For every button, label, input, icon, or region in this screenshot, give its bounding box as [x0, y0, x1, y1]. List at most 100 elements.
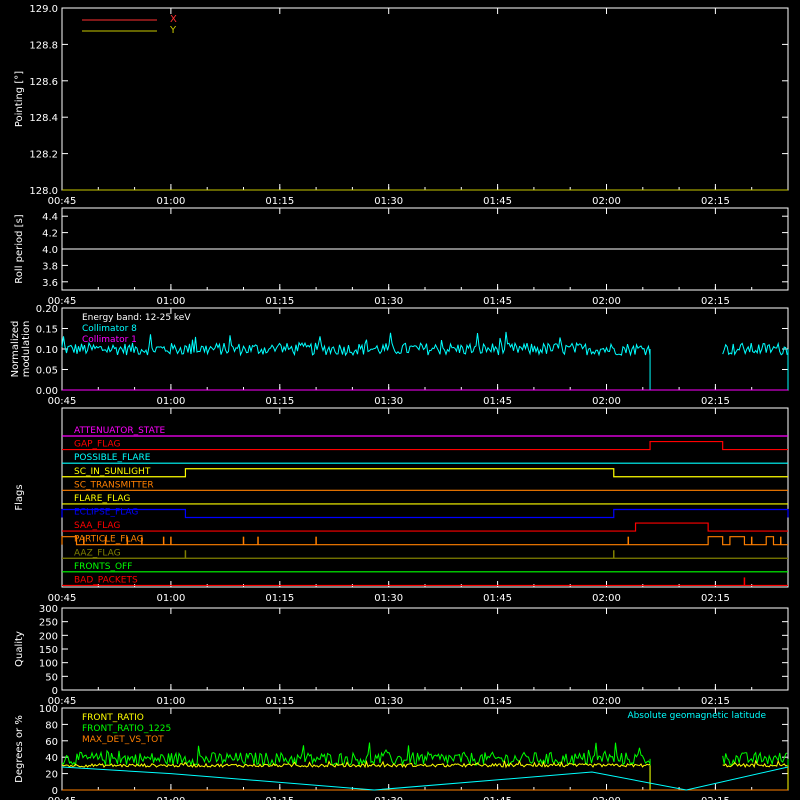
flag-label: PARTICLE_FLAG [74, 535, 144, 545]
y-axis-label: Flags [14, 484, 25, 510]
x-tick-label: 02:00 [592, 696, 621, 707]
y-axis-label: Normalizedmodulation [10, 321, 32, 378]
x-tick-label: 01:15 [265, 196, 294, 207]
flag-label: ECLIPSE_FLAG [74, 508, 138, 518]
y-tick-label: 150 [39, 645, 58, 656]
y-tick-label: 128.8 [29, 40, 58, 51]
y-tick-label: 200 [39, 631, 58, 642]
y-tick-label: 80 [45, 720, 58, 731]
y-tick-label: 4.0 [42, 245, 58, 256]
y-tick-label: 100 [39, 659, 58, 670]
flag-label: BAD_PACKETS [74, 575, 138, 585]
legend-label: Energy band: 12-25 keV [82, 313, 191, 323]
y-tick-label: 100 [39, 704, 58, 715]
y-axis-label: Quality [14, 631, 25, 667]
x-tick-label: 01:45 [483, 196, 512, 207]
y-tick-label: 300 [39, 604, 58, 615]
x-tick-label: 02:15 [701, 296, 730, 307]
x-tick-label: 01:00 [156, 396, 185, 407]
x-tick-label: 01:15 [265, 696, 294, 707]
y-tick-label: 0.10 [36, 345, 58, 356]
x-tick-label: 00:45 [48, 196, 77, 207]
legend-label: X [170, 14, 177, 25]
x-tick-label: 02:15 [701, 396, 730, 407]
flag-label: GAP_FLAG [74, 440, 120, 450]
x-tick-label: 01:45 [483, 796, 512, 800]
panel-4: 00:45 01:00 01:15 01:30 01:45 02:00 02:1505010… [14, 604, 789, 707]
x-tick-label: 02:00 [592, 593, 621, 604]
x-tick-label: 02:00 [592, 396, 621, 407]
panel-0: 00:45 01:00 01:15 01:30 01:45 02:00 02:15 128.0… [14, 4, 789, 207]
panel-2: 00:45 01:00 01:15 01:30 01:45 02:00 02:15 0.00 0… [10, 304, 789, 407]
y-tick-label: 3.6 [42, 278, 58, 289]
x-tick-label: 00:45 [48, 396, 77, 407]
series-noise-line [722, 341, 788, 356]
panel-5: 00:4501:0001:1501:3001:4502:0002:1502040… [14, 704, 789, 800]
x-tick-label: 01:15 [265, 796, 294, 800]
x-tick-label: 02:00 [592, 796, 621, 800]
x-tick-label: 01:45 [483, 296, 512, 307]
y-tick-label: 20 [45, 770, 58, 781]
x-tick-label: 01:15 [265, 396, 294, 407]
series-noise-line [61, 331, 651, 357]
series-noise-line [61, 759, 651, 769]
x-tick-label: 01:30 [374, 696, 403, 707]
panel-frame [61, 407, 789, 588]
y-tick-label: 0 [52, 686, 58, 697]
y-tick-label: 129.0 [29, 4, 58, 15]
y-tick-label: 0.05 [36, 366, 58, 377]
flag-label: FRONTS_OFF [74, 562, 132, 572]
x-tick-label: 01:30 [374, 296, 403, 307]
x-tick-label: 02:00 [592, 196, 621, 207]
flag-label: AAZ_FLAG [74, 548, 121, 558]
panel-frame [61, 607, 789, 691]
y-tick-label: 0.15 [36, 325, 58, 336]
x-tick-label: 01:15 [265, 593, 294, 604]
flag-label: SC_TRANSMITTER [74, 480, 154, 490]
flag-label: ATTENUATOR_STATE [74, 426, 166, 436]
panel-1: 00:45 01:00 01:15 01:30 01:45 02:00 02:153.63.… [14, 207, 789, 307]
x-tick-label: 01:45 [483, 396, 512, 407]
flag-label: SAA_FLAG [74, 521, 120, 531]
x-tick-label: 01:15 [265, 296, 294, 307]
stacked-chart: 00:45 01:00 01:15 01:30 01:45 02:00 02:15 128.0… [10, 4, 789, 800]
y-tick-label: 128.2 [29, 150, 58, 161]
x-tick-label: 01:30 [374, 396, 403, 407]
x-tick-label: 01:00 [156, 593, 185, 604]
y-tick-label: 0 [52, 786, 58, 797]
legend-label: Y [169, 25, 177, 36]
x-tick-label: 01:30 [374, 593, 403, 604]
x-tick-label: 00:45 [48, 593, 77, 604]
x-tick-label: 01:00 [156, 796, 185, 800]
y-tick-label: 3.8 [42, 261, 58, 272]
y-tick-label: 60 [45, 737, 58, 748]
y-tick-label: 128.0 [29, 186, 58, 197]
x-tick-label: 01:00 [156, 296, 185, 307]
y-tick-label: 0.20 [36, 304, 58, 315]
y-tick-label: 250 [39, 618, 58, 629]
x-tick-label: 01:45 [483, 593, 512, 604]
x-tick-label: 01:00 [156, 696, 185, 707]
flag-label: SC_IN_SUNLIGHT [74, 467, 151, 477]
annotation-label: Absolute geomagnetic latitude [627, 711, 766, 721]
flag-line [61, 508, 789, 519]
legend-label: Collimator 8 [82, 324, 137, 334]
legend-label: Collimator 1 [82, 335, 137, 345]
panel-3: 00:45 01:00 01:15 01:30 01:45 02:00 02:15 Flags… [14, 407, 789, 604]
y-axis-label: Roll period [s] [14, 214, 25, 283]
y-axis-label-part: modulation [21, 321, 32, 378]
x-tick-label: 01:30 [374, 196, 403, 207]
y-tick-label: 4.2 [42, 229, 58, 240]
x-tick-label: 01:30 [374, 796, 403, 800]
y-tick-label: 128.4 [29, 113, 58, 124]
y-axis-label: Pointing [°] [14, 71, 25, 127]
x-tick-label: 02:15 [701, 196, 730, 207]
flag-label: FLARE_FLAG [74, 494, 130, 504]
x-tick-label: 02:15 [701, 696, 730, 707]
legend-label: FRONT_RATIO_1225 [82, 724, 171, 734]
y-tick-label: 4.4 [42, 212, 58, 223]
flag-label: POSSIBLE_FLARE [74, 453, 151, 463]
x-tick-label: 02:15 [701, 593, 730, 604]
x-tick-label: 01:45 [483, 696, 512, 707]
y-tick-label: 128.6 [29, 77, 58, 88]
